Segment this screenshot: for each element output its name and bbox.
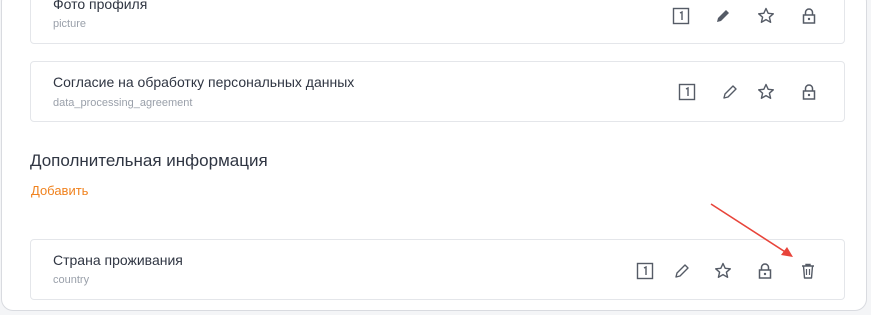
pencil-icon[interactable] [672,261,692,281]
star-icon[interactable] [756,82,776,102]
required-toggle-icon[interactable] [671,6,691,26]
required-toggle-icon[interactable] [635,261,655,281]
field-title: Согласие на обработку персональных данны… [53,74,355,90]
lock-icon[interactable] [799,82,819,102]
field-title: Фото профиля [53,0,148,12]
lock-icon[interactable] [799,6,819,26]
field-key: country [53,274,90,286]
pencil-icon[interactable] [713,6,733,26]
star-icon[interactable] [713,261,733,281]
field-key: picture [53,18,87,30]
field-row-country: Страна проживания country [30,239,845,300]
star-icon[interactable] [756,6,776,26]
lock-icon[interactable] [755,261,775,281]
pencil-icon[interactable] [720,82,740,102]
section-title: Дополнительная информация [30,151,268,170]
trash-icon[interactable] [798,261,818,281]
field-key: data_processing_agreement [53,97,193,109]
field-row-data-processing: Согласие на обработку персональных данны… [30,61,845,122]
field-title: Страна проживания [53,252,183,268]
fields-panel: Фото профиля picture Согласие на обработ… [1,0,867,311]
field-row-picture: Фото профиля picture [30,0,845,44]
add-field-link[interactable]: Добавить [31,183,88,198]
required-toggle-icon[interactable] [677,82,697,102]
